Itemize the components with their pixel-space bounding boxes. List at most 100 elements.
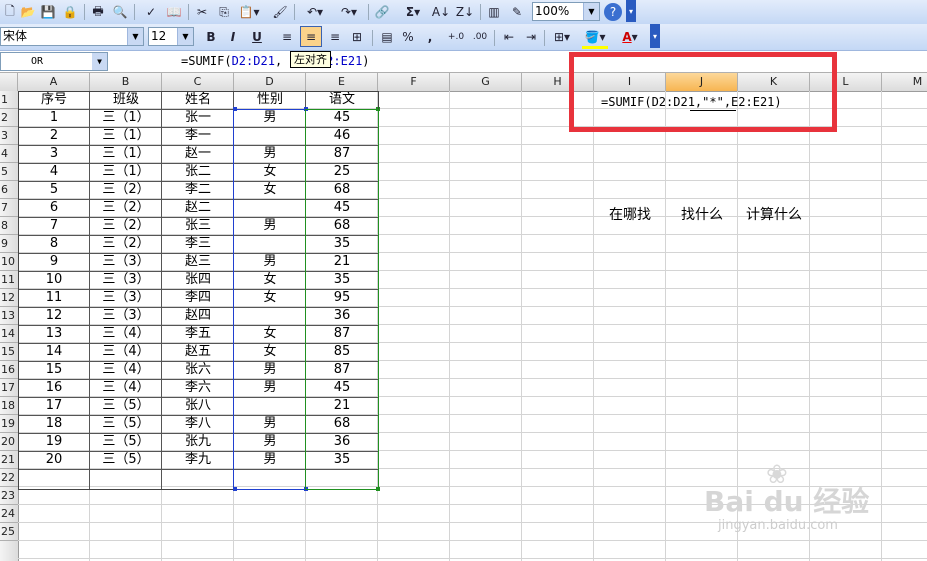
label-what-to-calculate: 计算什么 [746,207,802,223]
cut-icon[interactable]: ✂ [194,3,210,21]
row-header-7[interactable]: 7 [0,199,18,217]
drawing-icon[interactable]: ✎ [508,3,526,21]
save-icon[interactable]: 💾 [40,3,56,21]
merge-center-button[interactable]: ⊞ [348,28,366,46]
select-all-corner[interactable] [0,73,18,91]
font-name-select[interactable]: 宋体 ▼ [0,27,144,46]
formula-ref-criteria-range: D2:D21 [231,54,275,68]
watermark-logo: ❀ Bai du 经验 [700,460,900,518]
fill-color-icon[interactable]: 🪣▾ [582,28,608,49]
redo-icon[interactable]: ↷▾ [336,3,362,21]
watermark-brand: Bai du 经验 [704,485,870,518]
formula-comma: , [274,54,283,68]
row-header-8[interactable]: 8 [0,217,18,235]
help-icon[interactable]: ? [604,3,622,21]
chart-wizard-icon[interactable]: ▥ [486,3,502,21]
row-header-16[interactable]: 16 [0,361,18,379]
row-header-3[interactable]: 3 [0,127,18,145]
row-header-9[interactable]: 9 [0,235,18,253]
row-header-18[interactable]: 18 [0,397,18,415]
row-header-20[interactable]: 20 [0,433,18,451]
formula-input[interactable]: =SUMIF(D2:D21, 2:E21) [181,52,370,70]
autosum-button[interactable]: Σ ▾ [400,3,426,21]
font-size-value: 12 [151,29,167,43]
font-color-button[interactable]: A ▾ [616,28,644,46]
row-header-10[interactable]: 10 [0,253,18,271]
row-header-21[interactable]: 21 [0,451,18,469]
formula-prefix: =SUMIF( [181,54,232,68]
align-right-button[interactable]: ≡ [326,28,344,46]
column-header-B[interactable]: B [90,73,162,91]
row-header-4[interactable]: 4 [0,145,18,163]
row-header-2[interactable]: 2 [0,109,18,127]
column-header-A[interactable]: A [18,73,90,91]
sort-ascending-icon[interactable]: A↓ [432,3,450,21]
percent-button[interactable]: % [400,28,416,46]
open-icon[interactable]: 📂 [20,3,36,21]
print-icon[interactable]: 🖶 [90,3,106,21]
row-header-1[interactable]: 1 [0,91,18,109]
align-left-button[interactable]: ≡ [278,28,296,46]
column-header-C[interactable]: C [162,73,234,91]
chevron-down-icon: ▼ [583,3,599,20]
label-where-to-find: 在哪找 [609,207,651,223]
print-preview-icon[interactable]: 🔍 [112,3,128,21]
sum-icon: Σ [405,5,415,19]
row-header-17[interactable]: 17 [0,379,18,397]
sort-descending-icon[interactable]: Z↓ [456,3,474,21]
sum-range-highlight [305,109,379,490]
font-size-select[interactable]: 12 ▼ [148,27,194,46]
bold-button[interactable]: B [202,28,220,46]
decrease-decimal-icon[interactable]: .00 [470,28,490,46]
permission-icon[interactable]: 🔒 [62,3,78,21]
annotation-red-box [569,52,837,132]
zoom-select[interactable]: 100% ▼ [532,2,600,21]
currency-icon[interactable]: ▤ [378,28,396,46]
row-header-5[interactable]: 5 [0,163,18,181]
format-painter-icon[interactable]: 🖌 [272,3,288,21]
chevron-down-icon: ▼ [127,28,143,45]
decrease-indent-icon[interactable]: ⇤ [500,28,518,46]
standard-toolbar: 🗋 📂 💾 🔒 🖶 🔍 ✓ 📖 ✂ ⎘ 📋▾ 🖌 ↶▾ ↷▾ 🔗 Σ ▾ A↓ Z… [0,0,927,25]
column-header-F[interactable]: F [378,73,450,91]
font-color-icon: A [622,30,632,44]
row-header-14[interactable]: 14 [0,325,18,343]
row-header-6[interactable]: 6 [0,181,18,199]
row-header-11[interactable]: 11 [0,271,18,289]
copy-icon[interactable]: ⎘ [216,3,232,21]
formula-ref-sum-range: 2:E21 [326,54,363,68]
name-box[interactable]: OR ▼ [0,52,108,71]
row-header-12[interactable]: 12 [0,289,18,307]
hyperlink-icon[interactable]: 🔗 [374,3,390,21]
spelling-icon[interactable]: ✓ [142,3,160,21]
borders-icon[interactable]: ⊞▾ [550,28,574,46]
increase-indent-icon[interactable]: ⇥ [522,28,540,46]
underline-button[interactable]: U [248,28,266,46]
row-header-25[interactable]: 25 [0,523,18,541]
row-header-13[interactable]: 13 [0,307,18,325]
italic-button[interactable]: I [224,28,242,46]
paste-icon[interactable]: 📋▾ [238,3,260,21]
row-header-22[interactable]: 22 [0,469,18,487]
comma-button[interactable]: , [424,28,436,46]
chevron-down-icon[interactable]: ▼ [92,53,107,70]
name-box-value: OR [31,56,44,67]
tooltip-align-left: 左对齐 [290,51,331,68]
toolbar-options-icon[interactable]: ▾ [626,0,636,22]
undo-icon[interactable]: ↶▾ [302,3,328,21]
align-center-button[interactable]: ≡ [300,26,322,47]
increase-decimal-icon[interactable]: +.0 [446,28,466,46]
column-header-G[interactable]: G [450,73,522,91]
zoom-value: 100% [535,4,570,18]
column-header-D[interactable]: D [234,73,306,91]
row-header-23[interactable]: 23 [0,487,18,505]
research-icon[interactable]: 📖 [166,3,182,21]
toolbar-options-icon[interactable]: ▾ [650,24,660,48]
column-header-M[interactable]: M [882,73,927,91]
row-header-24[interactable]: 24 [0,505,18,523]
row-header-15[interactable]: 15 [0,343,18,361]
row-header-19[interactable]: 19 [0,415,18,433]
new-icon[interactable]: 🗋 [2,3,18,21]
criteria-range-highlight [233,109,306,490]
column-header-E[interactable]: E [306,73,378,91]
